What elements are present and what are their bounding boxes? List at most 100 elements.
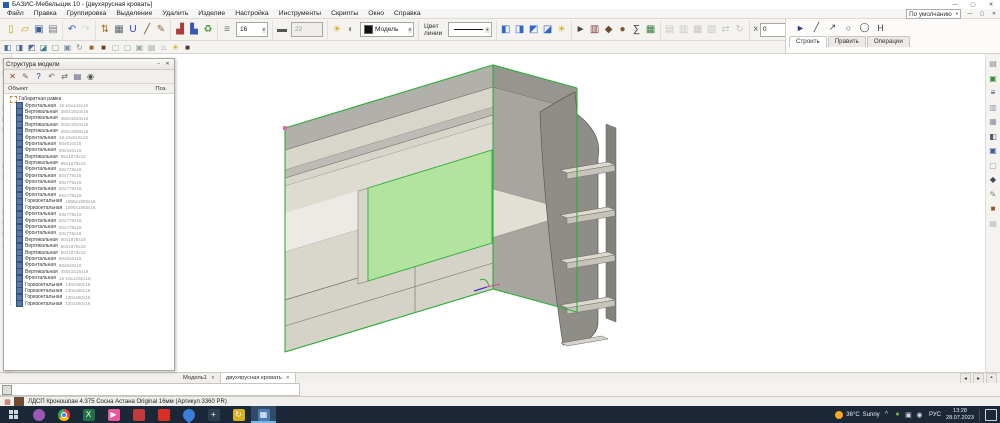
- calc-icon[interactable]: ▦: [644, 22, 658, 37]
- menu-item[interactable]: Настройка: [230, 10, 273, 17]
- close-button[interactable]: ✕: [982, 0, 1000, 9]
- language-indicator[interactable]: РУС: [929, 412, 941, 418]
- undo-icon[interactable]: ↶: [65, 22, 79, 37]
- hammer-icon[interactable]: ◆: [602, 22, 616, 37]
- layout-select[interactable]: По умолчанию ▾: [906, 9, 961, 19]
- font-size-select[interactable]: 16 ▾: [236, 22, 268, 37]
- shaded-icon[interactable]: ▣: [62, 42, 73, 53]
- material-swatch[interactable]: [14, 397, 24, 406]
- taskbar-app[interactable]: [51, 406, 76, 423]
- right-tool-9-icon[interactable]: ◆: [988, 174, 999, 185]
- front-view-icon[interactable]: ◧: [2, 42, 13, 53]
- sheet3-icon[interactable]: ▣: [134, 42, 145, 53]
- circle-tool-icon[interactable]: ○: [842, 21, 855, 34]
- table-icon[interactable]: ▤: [146, 42, 157, 53]
- material-palette-icon[interactable]: ▦: [3, 397, 12, 406]
- tab-menu-icon[interactable]: ▪: [986, 373, 997, 384]
- clock[interactable]: 13:28 28.07.2023: [946, 408, 974, 421]
- materials-menu-icon[interactable]: ■: [182, 42, 193, 53]
- right-tool-12-icon[interactable]: ▤: [988, 218, 999, 229]
- grid-icon[interactable]: ▦: [112, 22, 126, 37]
- line-style-select[interactable]: ▾: [448, 22, 492, 37]
- command-prompt[interactable]: [0, 383, 300, 396]
- tab-close-icon[interactable]: ✕: [211, 375, 215, 381]
- view-mode-icon[interactable]: ◉: [85, 71, 96, 82]
- magnet-icon[interactable]: U: [126, 22, 140, 37]
- tab-scroll-left-icon[interactable]: ◂: [960, 373, 971, 384]
- right-tool-8-icon[interactable]: ▢: [988, 160, 999, 171]
- model-select[interactable]: Модель ▾: [360, 22, 414, 37]
- measure-line-icon[interactable]: ╱: [140, 22, 154, 37]
- taskbar-app[interactable]: [126, 406, 151, 423]
- save-icon[interactable]: ▣: [32, 22, 46, 37]
- sheet-icon[interactable]: ▢: [110, 42, 121, 53]
- help-icon[interactable]: ?: [33, 71, 44, 82]
- edit-icon[interactable]: ✎: [20, 71, 31, 82]
- pencil-icon[interactable]: ✎: [154, 22, 168, 37]
- pan-icon[interactable]: ◪: [541, 22, 555, 37]
- notification-icon[interactable]: [985, 409, 997, 421]
- open-icon[interactable]: ▱: [18, 22, 32, 37]
- cursor-icon[interactable]: ►: [574, 22, 588, 37]
- menu-item[interactable]: Справка: [389, 10, 426, 17]
- book-icon[interactable]: ▥: [588, 22, 602, 37]
- iso-view-icon[interactable]: ◪: [38, 42, 49, 53]
- taskbar-app[interactable]: ▶: [101, 406, 126, 423]
- cut-icon[interactable]: ✕: [7, 71, 18, 82]
- tree-item[interactable]: Горизонтальная 130x460x16: [7, 301, 174, 307]
- taskbar-app[interactable]: +: [201, 406, 226, 423]
- sum-icon[interactable]: ∑: [630, 22, 644, 37]
- menu-item[interactable]: Инструменты: [274, 10, 326, 17]
- tab-close-icon[interactable]: ✕: [286, 375, 290, 381]
- zoom-all-icon[interactable]: ◨: [513, 22, 527, 37]
- menu-item[interactable]: Файл: [2, 10, 29, 17]
- start-button[interactable]: [0, 406, 26, 423]
- tray-shield-icon[interactable]: ●: [893, 410, 902, 419]
- home-icon[interactable]: ⌂: [158, 42, 169, 53]
- swap-icon[interactable]: ⇄: [59, 71, 70, 82]
- panel-minimize-button[interactable]: –: [154, 60, 163, 68]
- history-icon[interactable]: ↶: [46, 71, 57, 82]
- tray-network-icon[interactable]: ▣: [904, 410, 913, 419]
- mdi-close-button[interactable]: ✕: [988, 10, 1000, 19]
- select-tool-icon[interactable]: ►: [794, 21, 807, 34]
- wireframe-icon[interactable]: ▢: [50, 42, 61, 53]
- document-tab[interactable]: Модель1 ✕: [178, 373, 221, 383]
- render-icon[interactable]: ☀: [555, 22, 569, 37]
- weather-widget[interactable]: 36°C Sunny: [835, 411, 879, 419]
- thickness-select[interactable]: 22: [291, 22, 323, 37]
- print-icon[interactable]: ▤: [46, 22, 60, 37]
- hidden-icons-chevron[interactable]: ^: [885, 411, 888, 418]
- line-tool-icon[interactable]: ╱: [810, 21, 823, 34]
- right-tool-1-icon[interactable]: ▤: [988, 58, 999, 69]
- mdi-restore-button[interactable]: ▢: [976, 10, 988, 19]
- tab-scroll-right-icon[interactable]: ▸: [973, 373, 984, 384]
- texture-blue-icon[interactable]: ▙: [187, 22, 201, 37]
- new-file-icon[interactable]: ▯: [4, 22, 18, 37]
- shade-icon[interactable]: ◐: [344, 22, 358, 37]
- refresh-icon[interactable]: ♻: [201, 22, 215, 37]
- taskbar-app[interactable]: ▦: [251, 406, 276, 423]
- taskbar-app[interactable]: [176, 406, 201, 423]
- mdi-minimize-button[interactable]: —: [964, 10, 976, 19]
- material-dark-icon[interactable]: ■: [98, 42, 109, 53]
- zoom-in-icon[interactable]: ◩: [527, 22, 541, 37]
- document-tab[interactable]: двухярусная кровать ✕: [221, 373, 296, 383]
- right-tool-10-icon[interactable]: ✎: [988, 189, 999, 200]
- material-wood-icon[interactable]: ■: [86, 42, 97, 53]
- move-icon[interactable]: ⇅: [98, 22, 112, 37]
- minimize-button[interactable]: —: [946, 0, 964, 9]
- texture-red-icon[interactable]: ▟: [173, 22, 187, 37]
- orbit-icon[interactable]: ↻: [74, 42, 85, 53]
- tray-volume-icon[interactable]: ◉: [915, 410, 924, 419]
- menu-item[interactable]: Изделие: [193, 10, 230, 17]
- taskbar-app[interactable]: [151, 406, 176, 423]
- top-view-icon[interactable]: ◨: [14, 42, 25, 53]
- menu-item[interactable]: Выделение: [111, 10, 157, 17]
- sphere-icon[interactable]: ●: [616, 22, 630, 37]
- right-tool-5-icon[interactable]: ▦: [988, 116, 999, 127]
- menu-item[interactable]: Окно: [363, 10, 389, 17]
- structure-panel-titlebar[interactable]: Структура модели – ✕: [4, 59, 174, 70]
- right-tool-4-icon[interactable]: ▥: [988, 102, 999, 113]
- tool-panel-tab[interactable]: Операции: [867, 36, 910, 47]
